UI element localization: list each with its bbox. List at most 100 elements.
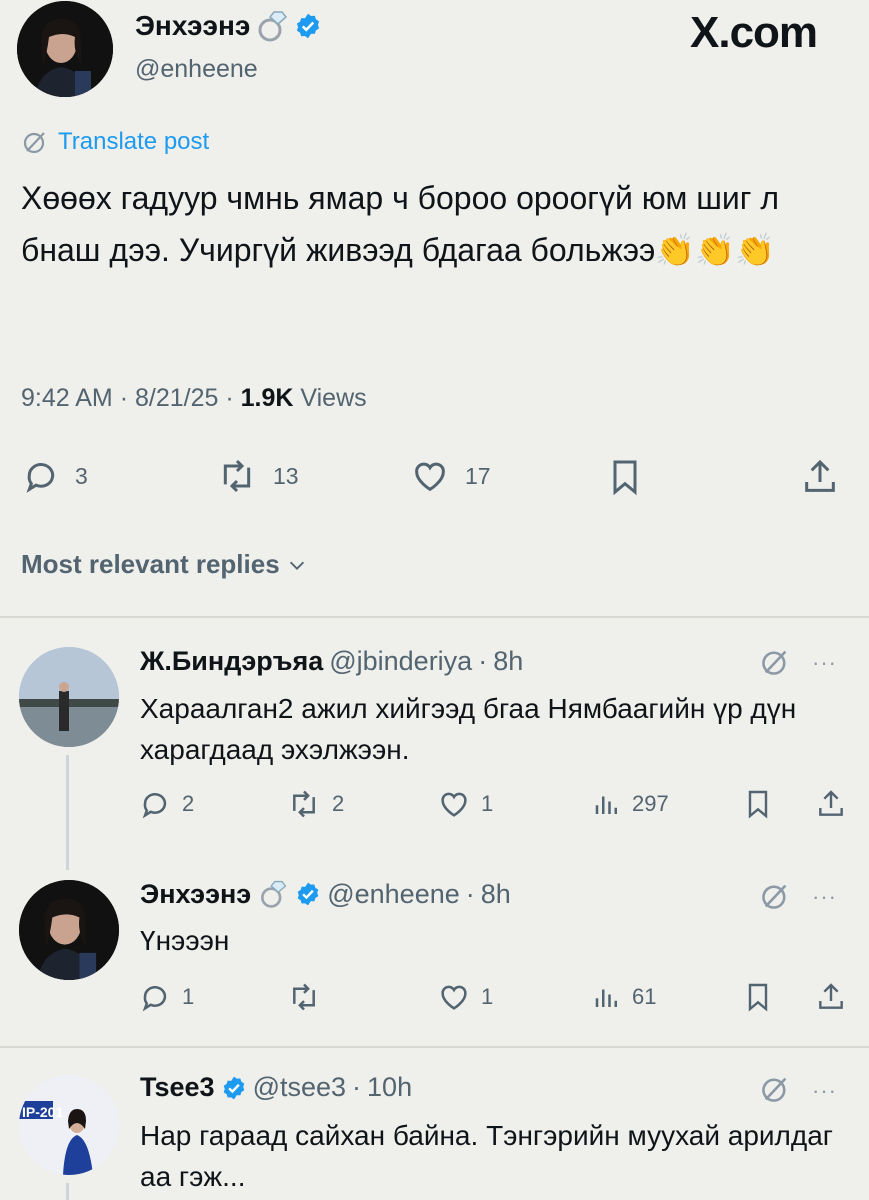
reply-header: Tsee3 @tsee3 · 10h <box>140 1072 412 1103</box>
grok-icon <box>22 129 48 155</box>
bookmark-button[interactable] <box>742 787 774 821</box>
views-label: Views <box>300 384 367 412</box>
reply-author-name[interactable]: Энхээнэ <box>140 879 251 910</box>
reply-age: 8h <box>493 646 524 676</box>
reply-icon <box>138 787 172 821</box>
bookmark-icon <box>605 456 645 498</box>
reply-author-handle[interactable]: @jbinderiya <box>329 646 472 677</box>
reply-author-handle[interactable]: @enheene <box>327 879 460 910</box>
views-count: 297 <box>632 791 669 816</box>
author-avatar[interactable] <box>17 1 113 97</box>
meta-separator: · <box>119 384 129 412</box>
translate-post-link[interactable]: Translate post <box>22 128 209 156</box>
like-icon <box>409 456 451 496</box>
ring-emoji-icon <box>257 878 289 910</box>
reply-author-name[interactable]: Ж.Биндэръяа <box>140 646 323 677</box>
post-meta: 9:42 AM · 8/21/25 · 1.9K Views <box>21 384 367 413</box>
divider <box>0 616 869 618</box>
like-icon <box>437 787 471 821</box>
reply-count: 3 <box>75 462 88 489</box>
translate-post-label: Translate post <box>58 128 210 155</box>
views-count: 61 <box>632 984 657 1009</box>
post-text: Хөөөх гадуур чмнь ямар ч бороо ороогүй ю… <box>21 180 780 268</box>
site-watermark: X.com <box>690 8 818 57</box>
sort-label: Most relevant replies <box>21 549 280 579</box>
reply-icon <box>138 980 172 1014</box>
reply-button[interactable]: 3 <box>21 456 88 496</box>
like-button[interactable]: 1 <box>437 980 493 1014</box>
more-options-button[interactable]: ··· <box>812 884 837 910</box>
more-options-button[interactable]: ··· <box>812 1078 837 1104</box>
reply-count: 2 <box>182 791 195 816</box>
post-date: 8/21/25 <box>134 384 219 412</box>
repost-icon <box>286 980 322 1014</box>
avatar-banner-text: IP-201 <box>22 1104 64 1120</box>
like-count: 1 <box>481 984 494 1009</box>
repost-icon <box>215 456 259 496</box>
repost-icon <box>286 787 322 821</box>
like-button[interactable]: 1 <box>437 787 493 821</box>
reply-header: Энхээнэ @enheene · 8h <box>140 878 511 910</box>
bookmark-button[interactable] <box>605 456 645 498</box>
more-options-button[interactable]: ··· <box>812 650 837 676</box>
ring-emoji-icon <box>254 8 290 44</box>
reply-button[interactable]: 2 <box>138 787 194 821</box>
reply-author-name[interactable]: Tsee3 <box>140 1072 215 1103</box>
like-count: 17 <box>465 462 491 489</box>
meta-separator: · <box>352 1072 362 1102</box>
reply-author-handle[interactable]: @tsee3 <box>253 1072 346 1103</box>
grok-icon[interactable] <box>760 1074 790 1104</box>
reply-text: Хараалган2 ажил хийгээд бгаа Нямбаагийн … <box>140 693 797 765</box>
meta-separator: · <box>225 384 234 412</box>
thread-line <box>66 1183 69 1200</box>
reply-avatar[interactable] <box>19 880 119 980</box>
like-count: 1 <box>481 791 494 816</box>
sort-replies-dropdown[interactable]: Most relevant replies <box>21 549 308 580</box>
share-button[interactable] <box>815 787 847 821</box>
thread-line <box>66 755 69 870</box>
divider <box>0 1046 869 1048</box>
views-count: 1.9K <box>240 384 294 412</box>
share-icon <box>800 456 840 498</box>
reply-text: Нар гараад сайхан байна. Тэнгэрийн мууха… <box>140 1120 833 1192</box>
repost-button[interactable]: 2 <box>286 787 344 821</box>
bookmark-button[interactable] <box>742 980 774 1014</box>
reply-count: 1 <box>182 984 195 1009</box>
bookmark-icon <box>742 787 774 821</box>
bookmark-icon <box>742 980 774 1014</box>
repost-button[interactable]: 13 <box>215 456 299 496</box>
views-button[interactable]: 297 <box>592 787 669 821</box>
reply-avatar[interactable] <box>19 647 119 747</box>
share-icon <box>815 787 847 821</box>
share-button[interactable] <box>800 456 840 498</box>
author-handle[interactable]: @enheene <box>135 55 258 84</box>
meta-separator: · <box>478 646 488 676</box>
verified-badge-icon <box>221 1075 247 1101</box>
reply-button[interactable]: 1 <box>138 980 194 1014</box>
reply-text: Үнэээн <box>140 925 230 956</box>
reply-header: Ж.Биндэръяа @jbinderiya · 8h <box>140 646 523 677</box>
like-icon <box>437 980 471 1014</box>
verified-badge-icon <box>294 12 322 40</box>
repost-count: 13 <box>273 462 299 489</box>
reply-age: 8h <box>480 878 511 909</box>
chevron-down-icon <box>286 554 308 576</box>
author-name[interactable]: Энхээнэ <box>135 10 250 42</box>
share-button[interactable] <box>815 980 847 1014</box>
repost-count: 2 <box>332 791 345 816</box>
views-button[interactable]: 61 <box>592 980 656 1014</box>
verified-badge-icon <box>295 881 321 907</box>
reply-avatar[interactable] <box>19 1075 119 1175</box>
reply-icon <box>21 456 61 496</box>
meta-separator: · <box>465 878 475 909</box>
grok-icon[interactable] <box>760 881 790 911</box>
repost-button[interactable] <box>286 980 332 1014</box>
post-time: 9:42 AM <box>21 384 113 412</box>
views-icon <box>592 787 622 821</box>
share-icon <box>815 980 847 1014</box>
reply-age: 10h <box>367 1072 413 1102</box>
author-name-row[interactable]: Энхээнэ <box>135 8 322 44</box>
grok-icon[interactable] <box>760 647 790 677</box>
views-icon <box>592 980 622 1014</box>
like-button[interactable]: 17 <box>409 456 491 496</box>
